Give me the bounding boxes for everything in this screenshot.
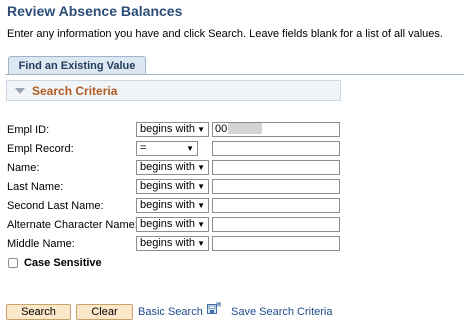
save-criteria-icon[interactable] [207,302,221,316]
tab-divider [5,74,464,75]
middle-name-operator-select[interactable]: begins with ▼ [136,236,209,251]
second-last-name-label: Second Last Name: [7,200,104,212]
basic-search-link[interactable]: Basic Search [138,306,203,318]
alternate-character-name-label: Alternate Character Name: [7,219,138,231]
save-search-criteria-link[interactable]: Save Search Criteria [231,306,333,318]
middle-name-operator-value: begins with [140,237,196,249]
search-criteria-header[interactable]: Search Criteria [6,80,341,101]
field-row-empl-id: Empl ID: begins with ▼ 00 [0,122,469,138]
redacted-block [228,123,263,134]
field-row-second-last-name: Second Last Name: begins with ▼ [0,198,469,214]
name-operator-value: begins with [140,161,196,173]
tab-find-existing-value[interactable]: Find an Existing Value [8,56,146,75]
search-criteria-label: Search Criteria [32,84,118,98]
chevron-down-icon: ▼ [186,144,194,153]
empl-id-value: 00 [215,123,228,135]
collapse-triangle-icon[interactable] [15,88,25,94]
last-name-operator-value: begins with [140,180,196,192]
chevron-down-icon: ▼ [197,239,205,248]
clear-button[interactable]: Clear [76,304,133,320]
name-input[interactable] [212,160,340,175]
empl-record-operator-select[interactable]: = ▼ [136,141,198,156]
chevron-down-icon: ▼ [197,220,205,229]
case-sensitive-checkbox[interactable] [8,258,18,268]
field-row-alternate-character-name: Alternate Character Name: begins with ▼ [0,217,469,233]
page-title: Review Absence Balances [7,3,183,19]
second-last-name-operator-select[interactable]: begins with ▼ [136,198,209,213]
last-name-label: Last Name: [7,181,64,193]
field-row-last-name: Last Name: begins with ▼ [0,179,469,195]
second-last-name-operator-value: begins with [140,199,196,211]
empl-id-label: Empl ID: [7,124,50,136]
field-row-name: Name: begins with ▼ [0,160,469,176]
chevron-down-icon: ▼ [197,201,205,210]
last-name-input[interactable] [212,179,340,194]
chevron-down-icon: ▼ [197,163,205,172]
alternate-character-name-operator-value: begins with [140,218,196,230]
field-row-middle-name: Middle Name: begins with ▼ [0,236,469,252]
middle-name-input[interactable] [212,236,340,251]
instructions-text: Enter any information you have and click… [7,28,443,40]
name-operator-select[interactable]: begins with ▼ [136,160,209,175]
empl-id-operator-value: begins with [140,123,196,135]
chevron-down-icon: ▼ [197,182,205,191]
empl-id-operator-select[interactable]: begins with ▼ [136,122,209,137]
search-button[interactable]: Search [6,304,71,320]
middle-name-label: Middle Name: [7,238,75,250]
case-sensitive-label: Case Sensitive [24,257,102,269]
empl-id-input[interactable]: 00 [212,122,340,137]
chevron-down-icon: ▼ [197,125,205,134]
field-row-empl-record: Empl Record: = ▼ [0,141,469,157]
second-last-name-input[interactable] [212,198,340,213]
last-name-operator-select[interactable]: begins with ▼ [136,179,209,194]
name-label: Name: [7,162,40,174]
alternate-character-name-operator-select[interactable]: begins with ▼ [136,217,209,232]
alternate-character-name-input[interactable] [212,217,340,232]
empl-record-input[interactable] [212,141,340,156]
empl-record-label: Empl Record: [7,143,74,155]
empl-record-operator-value: = [140,142,147,154]
